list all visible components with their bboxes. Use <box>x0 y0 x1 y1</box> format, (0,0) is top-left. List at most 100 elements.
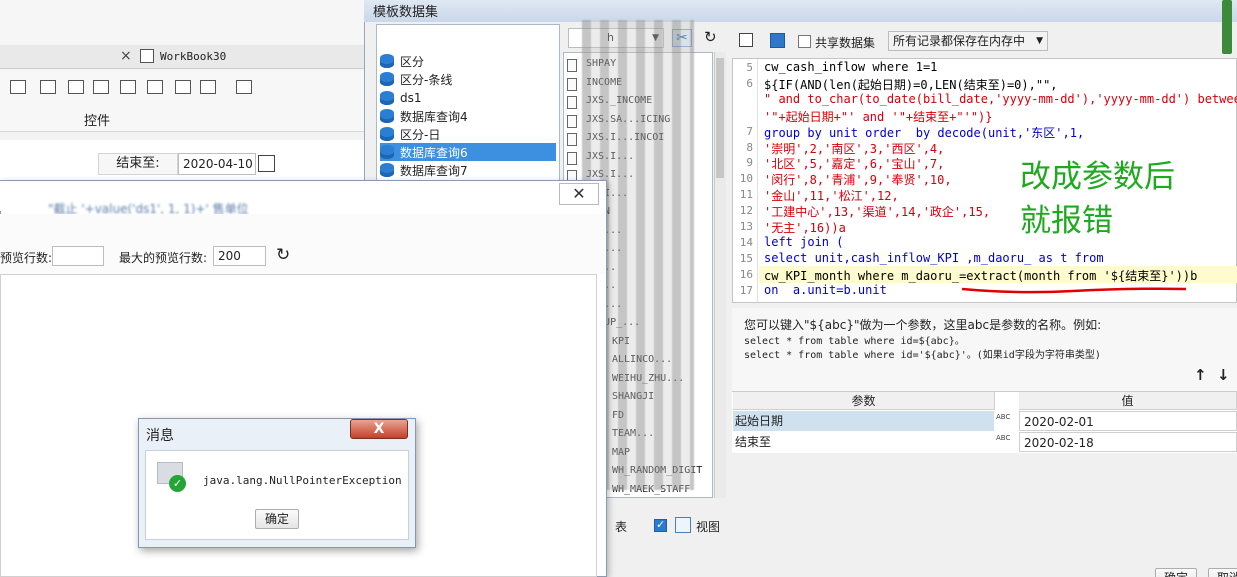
success-icon: ✓ <box>157 462 186 492</box>
database-icon <box>380 127 394 141</box>
line-number: 7 <box>746 124 753 138</box>
share-dataset-label: 共享数据集 <box>815 36 876 50</box>
dataset-item-label: ds1 <box>400 91 422 105</box>
message-close-button[interactable]: X <box>350 419 408 439</box>
line-number: 13 <box>739 220 753 233</box>
message-text: java.lang.NullPointerException <box>203 474 402 487</box>
sql-line[interactable]: '无主',16))a <box>764 219 846 236</box>
max-rows-input[interactable]: 200 <box>213 246 266 266</box>
dataset-item[interactable]: ds1 <box>380 89 556 107</box>
toolbar-combo-icon[interactable] <box>40 80 56 94</box>
param-name[interactable]: 起始日期 <box>733 411 994 431</box>
sql-line[interactable]: cw_KPI_month where m_daoru_=extract(mont… <box>764 267 1197 284</box>
dataset-item-label: 数据库查询6 <box>400 145 468 160</box>
line-number: 9 <box>746 156 753 170</box>
line-number: 5 <box>746 61 753 74</box>
dataset-item[interactable]: 数据库查询4 <box>380 107 556 125</box>
toolbar-list-icon[interactable] <box>68 80 84 94</box>
toolbar-search-icon[interactable] <box>236 80 252 94</box>
param-type-icon[interactable]: ABC <box>996 411 1018 431</box>
help-line-3: select * from table where id='${abc}'。(如… <box>744 350 1101 361</box>
param-move-up-icon[interactable]: ↑ <box>1194 366 1207 384</box>
memory-option-value: 所有记录都保存在内存中 <box>893 34 1026 48</box>
line-number: 11 <box>739 188 753 202</box>
dataset-item-label: 区分-日 <box>400 127 441 142</box>
annotation-line-2: 就报错 <box>1020 203 1113 239</box>
sql-line[interactable]: " and to_char(to_date(bill_date,'yyyy-mm… <box>764 92 1237 106</box>
dataset-ok-button[interactable]: 确定 <box>1155 568 1197 577</box>
refresh-preview-icon[interactable]: ↻ <box>276 245 290 265</box>
dataset-item[interactable]: 数据库查询7 <box>380 161 556 179</box>
sql-line[interactable]: '北区',5,'嘉定',6,'宝山',7, <box>764 155 944 172</box>
view-icon <box>675 517 691 533</box>
sql-line[interactable]: '工建中心',13,'渠道',14,'政企',15, <box>764 203 990 220</box>
line-number: 8 <box>746 140 753 154</box>
preview-rows-input[interactable] <box>52 246 104 266</box>
line-number: 6 <box>746 76 753 90</box>
preview-icon[interactable] <box>739 33 753 47</box>
toolbar-number-icon[interactable] <box>120 80 136 94</box>
view-filter-label: 视图 <box>696 520 721 534</box>
dataset-item[interactable]: 数据库查询6 <box>380 143 556 161</box>
sql-line[interactable]: '崇明',2,'南区',3,'西区',4, <box>764 140 944 157</box>
end-date-field[interactable]: 2020-04-10 <box>178 153 256 175</box>
sql-line[interactable]: ${IF(AND(len(起始日期)=0,LEN(结束至)=0),"", <box>764 76 1058 93</box>
dataset-item-label: 数据库查询4 <box>400 109 468 124</box>
side-scroll-indicator <box>1222 0 1232 54</box>
red-underline-annotation <box>961 287 1187 294</box>
table-icon <box>567 77 577 91</box>
table-icon <box>567 59 577 72</box>
sql-line[interactable]: on a.unit=b.unit <box>764 283 887 297</box>
tab-workbook[interactable]: WorkBook30 <box>160 50 226 63</box>
dataset-item[interactable]: 区分-条线 <box>380 70 556 88</box>
toolbar-date-icon[interactable] <box>93 80 109 94</box>
toolbar-radio-icon[interactable] <box>175 80 191 94</box>
sql-line[interactable]: group by unit order by decode(unit,'东区',… <box>764 124 1084 141</box>
toolbar-tree-icon[interactable] <box>200 80 216 94</box>
sql-line[interactable]: '金山',11,'松江',12, <box>764 187 899 204</box>
table-list-scroll-thumb[interactable] <box>716 58 724 178</box>
dataset-item[interactable]: 区分 <box>380 52 556 70</box>
toolbar-text-icon[interactable] <box>147 80 163 94</box>
param-move-down-icon[interactable]: ↓ <box>1217 366 1230 384</box>
dataset-cancel-button[interactable]: 取消 <box>1208 568 1237 577</box>
param-value[interactable]: 2020-02-18 <box>1019 432 1237 452</box>
calendar-icon[interactable] <box>258 155 275 172</box>
chevron-down-icon: ▼ <box>1036 36 1043 46</box>
param-header-name: 参数 <box>733 392 995 410</box>
sql-line[interactable]: '"+起始日期+"' and '"+结束至+"'")} <box>764 108 993 125</box>
database-icon <box>380 145 394 159</box>
tab-close-icon[interactable]: × <box>120 48 132 64</box>
message-ok-button[interactable]: 确定 <box>255 509 299 529</box>
help-line-1: 您可以键入"${abc}"做为一个参数，这里abc是参数的名称。例如: <box>744 318 1102 332</box>
sql-line[interactable]: cw_cash_inflow where 1=1 <box>764 60 937 74</box>
dataset-item-label: 区分-条线 <box>400 72 453 87</box>
database-icon <box>380 72 394 86</box>
line-number: 10 <box>739 172 753 186</box>
message-title: 消息 <box>146 428 174 444</box>
preview-close-icon[interactable]: ✕ <box>559 183 599 205</box>
save-icon[interactable] <box>770 33 785 48</box>
toolbar-widget-icon[interactable] <box>10 80 26 94</box>
sql-line[interactable]: left join ( <box>764 235 843 249</box>
database-icon <box>380 109 394 123</box>
database-icon <box>380 91 394 105</box>
dataset-item-label: 区分 <box>400 54 425 69</box>
table-icon <box>567 133 577 146</box>
refresh-tables-icon[interactable]: ↻ <box>704 28 717 46</box>
database-icon <box>380 54 394 68</box>
memory-option-select[interactable]: 所有记录都保存在内存中 ▼ <box>888 31 1048 51</box>
share-dataset-checkbox[interactable] <box>798 35 811 48</box>
help-line-2: select * from table where id=${abc}。 <box>744 336 965 347</box>
param-type-icon[interactable]: ABC <box>996 432 1018 452</box>
sql-line[interactable]: select unit,cash_inflow_KPI ,m_daoru_ as… <box>764 251 1104 265</box>
table-filter-label: 表 <box>615 520 628 534</box>
sql-line[interactable]: '闵行',8,'青浦',9,'奉贤',10, <box>764 171 952 188</box>
table-icon <box>567 96 577 109</box>
view-checkbox[interactable] <box>654 518 667 532</box>
param-value[interactable]: 2020-02-01 <box>1019 411 1237 431</box>
line-number: 15 <box>739 251 753 265</box>
param-name[interactable]: 结束至 <box>733 432 994 452</box>
line-number: 16 <box>739 267 753 281</box>
dataset-item[interactable]: 区分-日 <box>380 125 556 143</box>
